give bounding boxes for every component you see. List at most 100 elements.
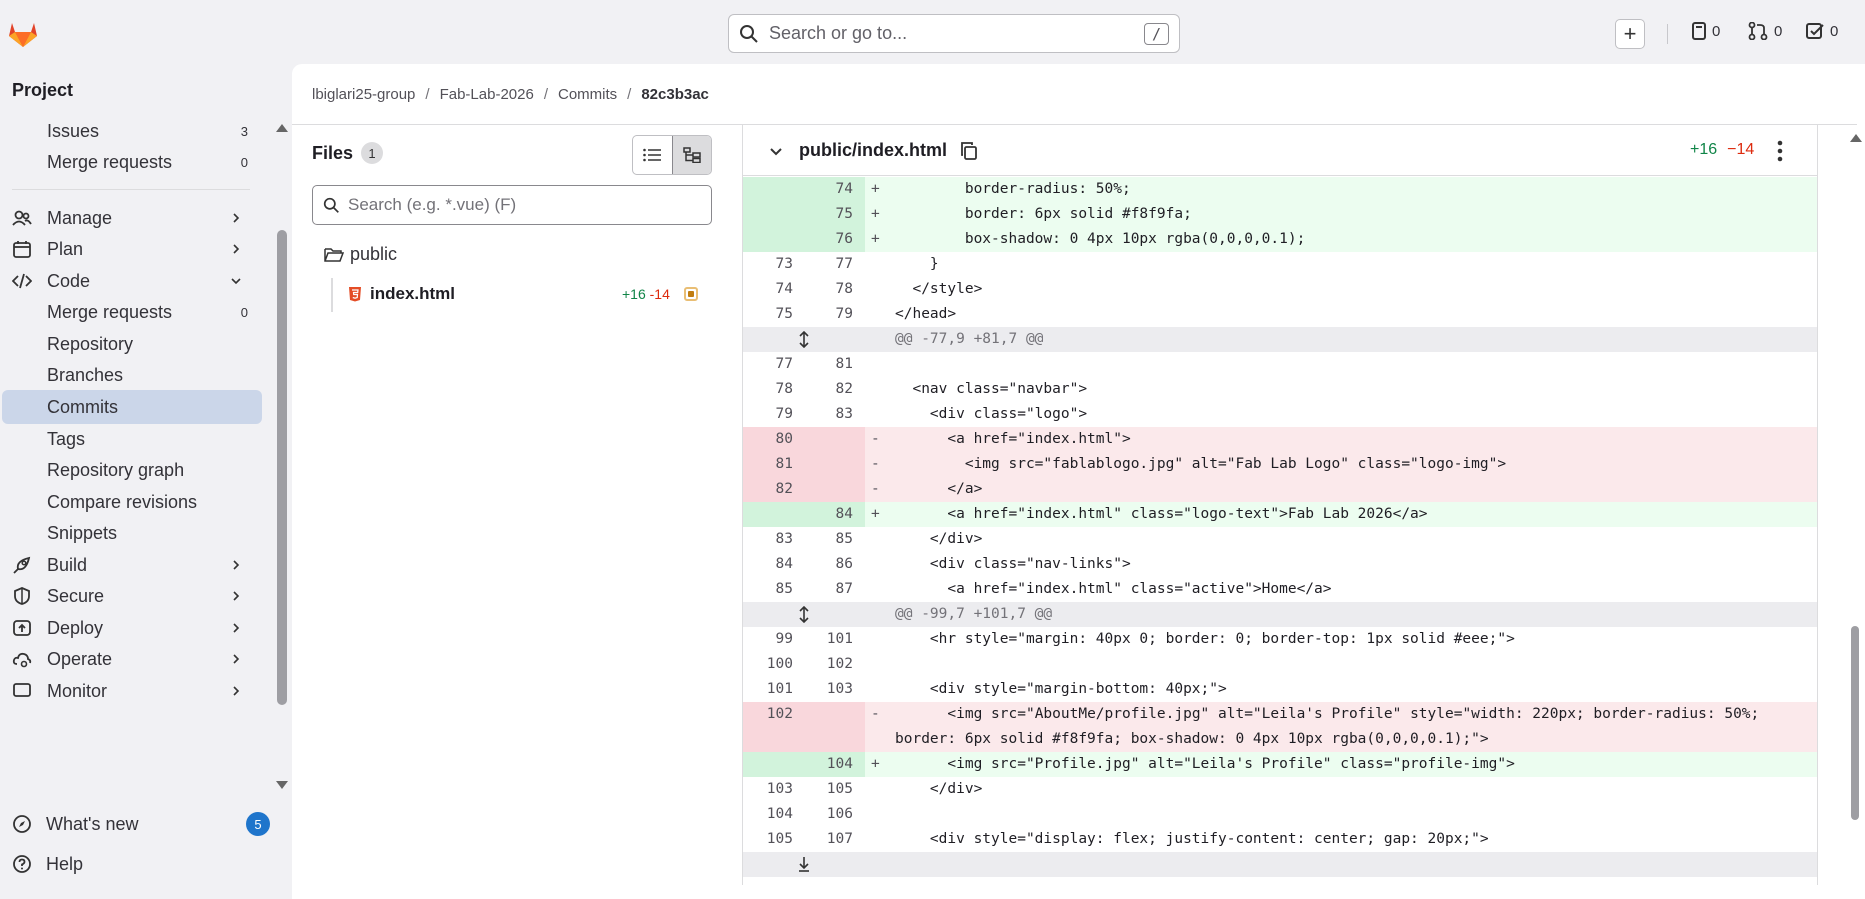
old-line-number[interactable]: 105: [743, 827, 805, 852]
new-line-number[interactable]: 105: [805, 777, 865, 802]
sidebar-item-snippets[interactable]: Snippets: [0, 516, 262, 550]
sidebar-item-build[interactable]: Build: [0, 548, 262, 582]
new-line-number[interactable]: 78: [805, 277, 865, 302]
main-scrollbar-thumb[interactable]: [1851, 626, 1859, 820]
new-line-number[interactable]: 87: [805, 577, 865, 602]
global-search[interactable]: Search or go to... /: [728, 14, 1180, 53]
list-view-button[interactable]: [633, 136, 672, 174]
new-line-number[interactable]: 101: [805, 627, 865, 652]
sidebar-item-secure[interactable]: Secure: [0, 579, 262, 613]
new-line-number[interactable]: 74: [805, 177, 865, 202]
new-line-number[interactable]: 104: [805, 752, 865, 777]
old-line-number[interactable]: 103: [743, 777, 805, 802]
old-line-number[interactable]: 99: [743, 627, 805, 652]
breadcrumb-commits[interactable]: Commits: [558, 86, 617, 103]
merge-requests-counter[interactable]: 0: [1748, 22, 1782, 40]
expand-down-icon[interactable]: [798, 856, 810, 873]
expand-lines-icon[interactable]: [798, 331, 810, 348]
new-line-number[interactable]: 79: [805, 302, 865, 327]
sidebar-item-repository-graph[interactable]: Repository graph: [0, 453, 262, 487]
old-line-number[interactable]: 78: [743, 377, 805, 402]
old-line-number[interactable]: 80: [743, 427, 805, 452]
old-line-number[interactable]: 73: [743, 252, 805, 277]
new-line-number[interactable]: 106: [805, 802, 865, 827]
new-line-number[interactable]: 82: [805, 377, 865, 402]
diff-file-path[interactable]: public/index.html: [799, 140, 947, 161]
sidebar-item-code-merge-requests[interactable]: Merge requests 0: [0, 295, 262, 329]
sidebar-title: Project: [12, 80, 74, 100]
tree-folder-public[interactable]: public: [324, 244, 397, 265]
new-line-number[interactable]: 86: [805, 552, 865, 577]
help-button[interactable]: Help: [0, 847, 292, 881]
breadcrumb-project[interactable]: Fab-Lab-2026: [440, 86, 534, 103]
sidebar-item-repository[interactable]: Repository: [0, 327, 262, 361]
sidebar-item-issues[interactable]: Issues 3: [0, 114, 262, 148]
new-line-number[interactable]: 83: [805, 402, 865, 427]
old-line-number[interactable]: [743, 177, 805, 202]
old-line-number[interactable]: [743, 752, 805, 777]
sidebar-scrollbar-thumb[interactable]: [277, 230, 287, 705]
old-line-number[interactable]: 77: [743, 352, 805, 377]
tree-file-index-html[interactable]: index.html +16 -14: [348, 284, 718, 304]
new-line-number[interactable]: [805, 477, 865, 502]
main-scroll-up-arrow[interactable]: [1850, 134, 1862, 142]
new-line-number[interactable]: 75: [805, 202, 865, 227]
old-line-number[interactable]: 104: [743, 802, 805, 827]
new-line-number[interactable]: 107: [805, 827, 865, 852]
issues-counter[interactable]: 0: [1692, 22, 1720, 40]
breadcrumb-group[interactable]: lbiglari25-group: [312, 86, 415, 103]
search-placeholder: Search or go to...: [769, 23, 908, 43]
more-options-icon[interactable]: [1777, 140, 1783, 162]
sidebar-item-label: Build: [47, 554, 88, 575]
old-line-number[interactable]: 82: [743, 477, 805, 502]
new-line-number[interactable]: 103: [805, 677, 865, 702]
gitlab-logo-icon[interactable]: [6, 16, 40, 50]
chevron-down-icon[interactable]: [769, 145, 783, 159]
new-line-number[interactable]: [805, 427, 865, 452]
new-line-number[interactable]: 85: [805, 527, 865, 552]
sidebar-item-branches[interactable]: Branches: [0, 358, 262, 392]
old-line-number[interactable]: [743, 227, 805, 252]
sidebar-item-plan-merge-requests[interactable]: Merge requests 0: [0, 145, 262, 179]
tree-view-button[interactable]: [671, 136, 711, 174]
sidebar-item-manage[interactable]: Manage: [0, 201, 262, 235]
sidebar-item-commits[interactable]: Commits: [2, 390, 262, 424]
new-line-number[interactable]: [805, 702, 865, 752]
expand-lines-icon[interactable]: [798, 606, 810, 623]
sidebar-item-code[interactable]: Code: [0, 264, 262, 298]
old-line-number[interactable]: 100: [743, 652, 805, 677]
sidebar-item-compare-revisions[interactable]: Compare revisions: [0, 485, 262, 519]
old-line-number[interactable]: 75: [743, 302, 805, 327]
old-line-number[interactable]: 101: [743, 677, 805, 702]
old-line-number[interactable]: [743, 202, 805, 227]
todos-counter[interactable]: 0: [1806, 22, 1838, 40]
new-line-number[interactable]: 102: [805, 652, 865, 677]
old-line-number[interactable]: [743, 502, 805, 527]
new-line-number[interactable]: 76: [805, 227, 865, 252]
sidebar-item-monitor[interactable]: Monitor: [0, 674, 262, 708]
sidebar-scroll-up-arrow[interactable]: [276, 124, 288, 132]
new-line-number[interactable]: 84: [805, 502, 865, 527]
sidebar-nav: Issues 3 Merge requests 0 Manage Plan Co…: [0, 114, 270, 844]
new-line-number[interactable]: 77: [805, 252, 865, 277]
sidebar-item-operate[interactable]: Operate: [0, 642, 262, 676]
new-line-number[interactable]: [805, 452, 865, 477]
sidebar-item-deploy[interactable]: Deploy: [0, 611, 262, 645]
file-search-input[interactable]: Search (e.g. *.vue) (F): [312, 185, 712, 225]
old-line-number[interactable]: 83: [743, 527, 805, 552]
breadcrumb: lbiglari25-group / Fab-Lab-2026 / Commit…: [312, 86, 709, 103]
sidebar-item-plan[interactable]: Plan: [0, 232, 262, 266]
new-line-number[interactable]: 81: [805, 352, 865, 377]
old-line-number[interactable]: 84: [743, 552, 805, 577]
old-line-number[interactable]: 85: [743, 577, 805, 602]
old-line-number[interactable]: 102: [743, 702, 805, 752]
sidebar-item-tags[interactable]: Tags: [0, 422, 262, 456]
old-line-number[interactable]: 81: [743, 452, 805, 477]
whats-new-button[interactable]: What's new 5: [0, 807, 292, 841]
old-line-number[interactable]: 74: [743, 277, 805, 302]
breadcrumb-commit-sha[interactable]: 82c3b3ac: [641, 86, 709, 103]
old-line-number[interactable]: 79: [743, 402, 805, 427]
sidebar-scroll-down-arrow[interactable]: [276, 781, 288, 789]
create-new-button[interactable]: +: [1615, 19, 1645, 49]
copy-icon[interactable]: [959, 141, 979, 161]
